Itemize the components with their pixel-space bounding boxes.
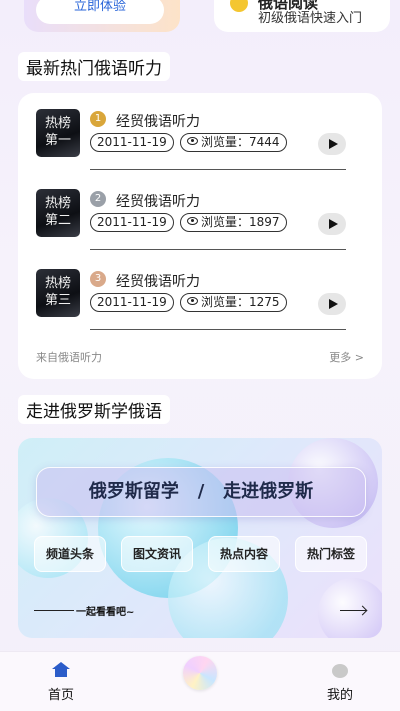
date-tag: 2011-11-19 (90, 293, 174, 312)
chip-hot-content[interactable]: 热点内容 (208, 536, 280, 572)
item-title: 经贸俄语听力 (116, 194, 200, 210)
eye-icon (187, 137, 198, 145)
source-label: 来自俄语听力 (36, 351, 102, 364)
rank-medal-icon: 3 (90, 271, 106, 287)
banner-caption: 一起看看吧~ (76, 607, 135, 618)
rank-thumbnail: 热榜 第一 (36, 109, 80, 157)
play-button[interactable] (318, 293, 346, 315)
tab-mine[interactable]: 我的 (310, 658, 370, 703)
eye-icon (187, 297, 198, 305)
views-tag: 浏览量：1275 (180, 293, 287, 312)
rank-medal-icon: 2 (90, 191, 106, 207)
views-tag: 浏览量：1897 (180, 213, 287, 232)
rank-thumbnail: 热榜 第三 (36, 269, 80, 317)
divider (90, 169, 346, 170)
list-item[interactable]: 热榜 第三 3 经贸俄语听力 2011-11-19 浏览量：1275 (18, 269, 382, 330)
decorative-bubble (318, 578, 382, 638)
item-title: 经贸俄语听力 (116, 114, 200, 130)
section-title-listening: 最新热门俄语听力 (18, 52, 170, 81)
date-tag: 2011-11-19 (90, 133, 174, 152)
tab-home-label: 首页 (47, 688, 74, 703)
play-button[interactable] (318, 213, 346, 235)
user-icon (332, 664, 348, 678)
russia-banner[interactable]: 俄罗斯留学 / 走进俄罗斯 频道头条 图文资讯 热点内容 热门标签 一起看看吧~ (18, 438, 382, 638)
date-tag: 2011-11-19 (90, 213, 174, 232)
divider (90, 329, 346, 330)
trial-card[interactable]: 立即体验 (24, 0, 180, 32)
play-button[interactable] (318, 133, 346, 155)
chip-news[interactable]: 图文资讯 (121, 536, 193, 572)
center-orb-button[interactable] (183, 656, 217, 690)
list-item[interactable]: 热榜 第二 2 经贸俄语听力 2011-11-19 浏览量：1897 (18, 189, 382, 250)
banner-headline: 俄罗斯留学 / 走进俄罗斯 (36, 467, 366, 517)
reading-icon (230, 0, 248, 12)
chip-channel-headlines[interactable]: 频道头条 (34, 536, 106, 572)
listening-list-card: 热榜 第一 1 经贸俄语听力 2011-11-19 浏览量：7444 热榜 第二… (18, 93, 382, 379)
arrow-right-icon[interactable] (340, 610, 366, 611)
decorative-line (34, 610, 74, 611)
reading-card[interactable]: 俄语阅读 初级俄语快速入门 (214, 0, 390, 32)
try-now-button[interactable]: 立即体验 (36, 0, 164, 24)
more-link[interactable]: 更多 > (329, 349, 364, 365)
divider (90, 249, 346, 250)
reading-card-subtitle: 初级俄语快速入门 (258, 11, 363, 26)
item-title: 经贸俄语听力 (116, 274, 200, 290)
chip-hot-tags[interactable]: 热门标签 (295, 536, 367, 572)
section-title-russia: 走进俄罗斯学俄语 (18, 395, 170, 424)
rank-thumbnail: 热榜 第二 (36, 189, 80, 237)
list-item[interactable]: 热榜 第一 1 经贸俄语听力 2011-11-19 浏览量：7444 (18, 109, 382, 170)
views-tag: 浏览量：7444 (180, 133, 287, 152)
rank-medal-icon: 1 (90, 111, 106, 127)
tab-home[interactable]: 首页 (31, 658, 91, 703)
eye-icon (187, 217, 198, 225)
tab-mine-label: 我的 (326, 688, 353, 703)
home-icon (52, 662, 70, 678)
